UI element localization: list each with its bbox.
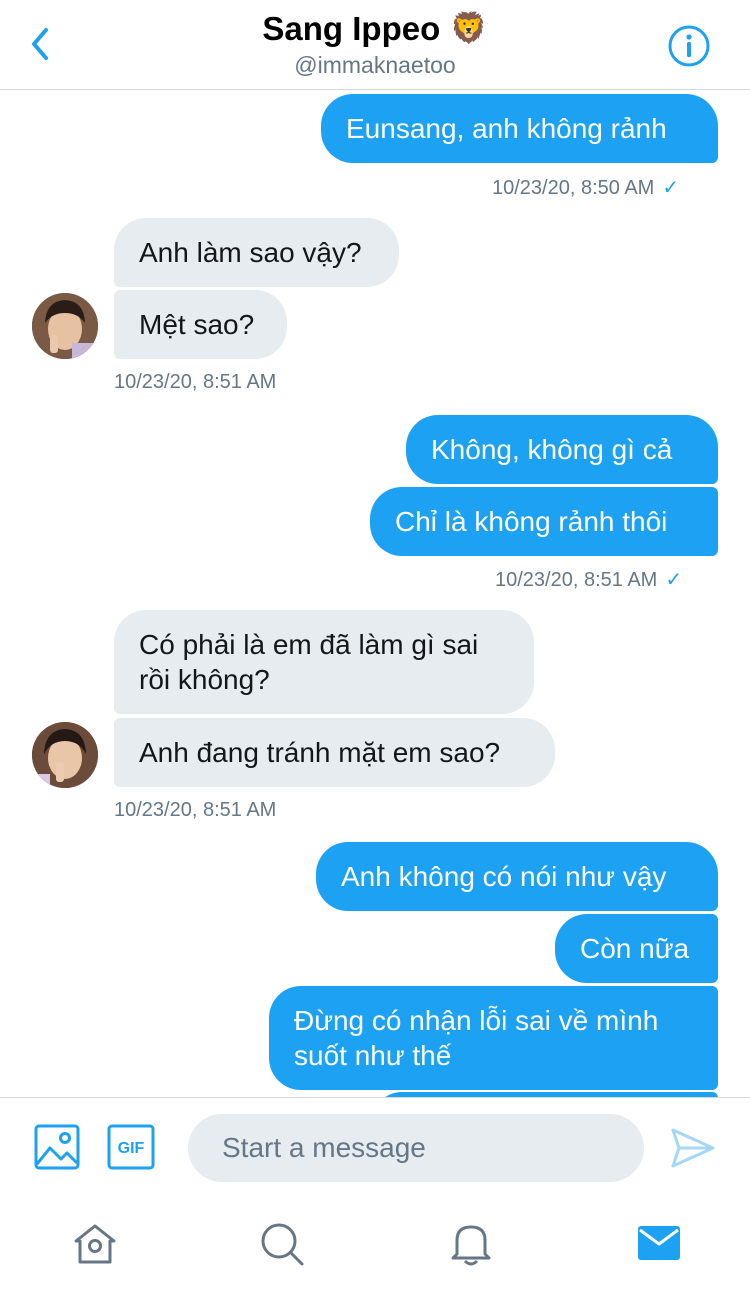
incoming-message[interactable]: Mệt sao?: [114, 290, 287, 359]
message-text: Đừng có nhận lỗi sai về mình suốt như th…: [294, 1005, 659, 1071]
outgoing-message[interactable]: Còn nữa: [555, 914, 718, 983]
timestamp-text: 10/23/20, 8:51 AM: [114, 371, 277, 393]
outgoing-message[interactable]: Đừng có nhận lỗi sai về mình suốt như th…: [269, 986, 718, 1090]
message-timestamp: 10/23/20, 8:51 AM: [114, 799, 276, 822]
message-text: Eunsang, anh không rảnh: [346, 113, 667, 144]
message-thread[interactable]: Eunsang, anh không rảnh 10/23/20, 8:50 A…: [0, 91, 750, 1097]
incoming-message[interactable]: Có phải là em đã làm gì sai rồi không?: [114, 610, 534, 714]
outgoing-message[interactable]: Anh không có nói như vậy: [316, 842, 718, 911]
contact-avatar[interactable]: [32, 293, 98, 359]
add-image-button[interactable]: [34, 1124, 80, 1175]
bottom-tab-bar: [0, 1199, 750, 1295]
outgoing-message[interactable]: Chỉ là không rảnh thôi: [370, 487, 718, 556]
add-gif-button[interactable]: GIF: [107, 1124, 155, 1175]
message-text: Anh đang tránh mặt em sao?: [139, 737, 501, 768]
home-icon: [74, 1224, 116, 1264]
read-check-icon: ✓: [662, 177, 680, 199]
contact-avatar[interactable]: [32, 722, 98, 788]
tab-notifications[interactable]: [448, 1219, 494, 1272]
message-text: Mệt sao?: [139, 309, 255, 340]
timestamp-text: 10/23/20, 8:51 AM: [495, 569, 658, 591]
avatar-photo: [32, 293, 98, 359]
conversation-info-button[interactable]: [667, 24, 711, 68]
conversation-header: Sang Ippeo 🦁 @immaknaetoo: [0, 0, 750, 90]
tab-home[interactable]: [72, 1221, 118, 1272]
incoming-message[interactable]: Anh đang tránh mặt em sao?: [114, 718, 555, 787]
bell-icon: [451, 1225, 491, 1266]
gif-label: GIF: [118, 1140, 145, 1157]
timestamp-text: 10/23/20, 8:50 AM: [492, 177, 655, 199]
contact-name: Sang Ippeo: [262, 10, 441, 47]
send-icon: [671, 1128, 715, 1168]
gif-icon: GIF: [107, 1124, 155, 1170]
message-timestamp: 10/23/20, 8:51 AM ✓: [495, 567, 682, 592]
message-timestamp: 10/23/20, 8:50 AM ✓: [492, 175, 679, 200]
read-check-icon: ✓: [665, 569, 683, 591]
message-timestamp: 10/23/20, 8:51 AM: [114, 371, 276, 394]
avatar-photo: [32, 722, 98, 788]
image-icon: [34, 1124, 80, 1170]
outgoing-message[interactable]: Không, không gì cả: [406, 415, 718, 484]
tab-messages[interactable]: [637, 1223, 681, 1268]
info-icon: [668, 25, 710, 67]
conversation-title-block[interactable]: Sang Ippeo 🦁 @immaknaetoo: [0, 10, 750, 79]
message-text: Còn nữa: [580, 933, 690, 964]
timestamp-text: 10/23/20, 8:51 AM: [114, 799, 277, 821]
message-text: Có phải là em đã làm gì sai rồi không?: [139, 629, 479, 695]
message-composer: GIF: [0, 1097, 750, 1199]
lion-emoji-icon: 🦁: [450, 12, 488, 45]
tab-search[interactable]: [259, 1221, 305, 1272]
outgoing-message[interactable]: Eunsang, anh không rảnh: [321, 94, 718, 163]
incoming-message[interactable]: Anh làm sao vậy?: [114, 218, 399, 287]
contact-handle: @immaknaetoo: [294, 52, 456, 78]
message-input[interactable]: [188, 1114, 644, 1182]
search-icon: [261, 1223, 304, 1266]
message-text: Anh không có nói như vậy: [341, 861, 667, 892]
message-text: Không, không gì cả: [431, 434, 673, 465]
send-button[interactable]: [670, 1126, 716, 1175]
message-text: Anh làm sao vậy?: [139, 237, 362, 268]
message-text: Chỉ là không rảnh thôi: [395, 506, 668, 537]
mail-icon: [638, 1226, 680, 1260]
